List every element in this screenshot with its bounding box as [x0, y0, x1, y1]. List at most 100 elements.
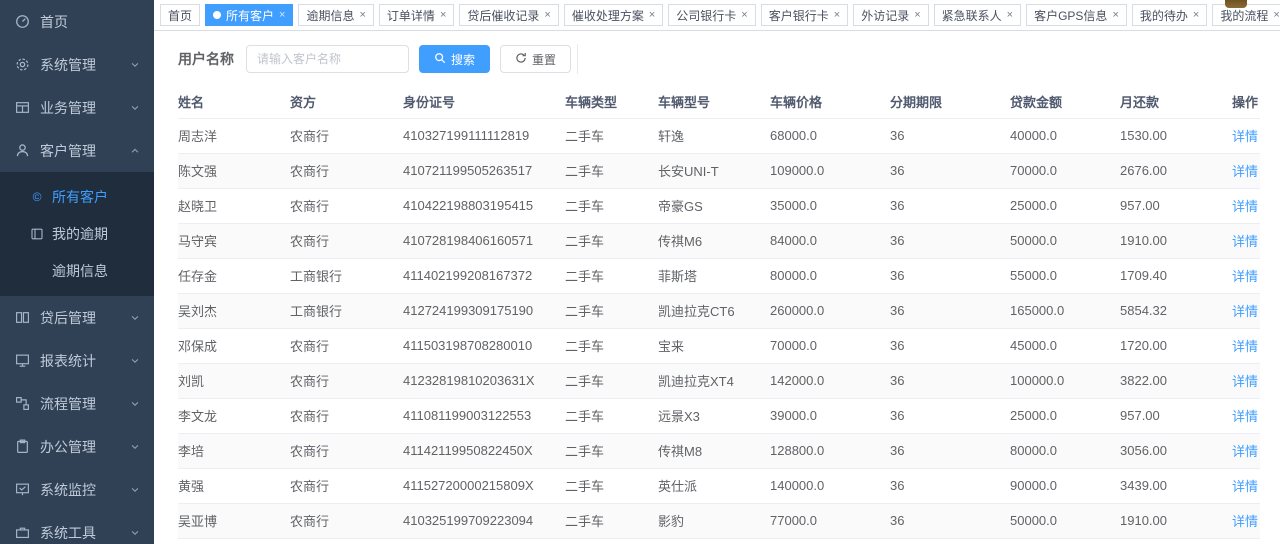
sidebar-item-tools[interactable]: 系统工具: [0, 511, 154, 544]
detail-link[interactable]: 详情: [1232, 409, 1258, 424]
table-row: 邓保成农商行411503198708280010二手车宝来70000.03645…: [178, 328, 1260, 363]
close-icon[interactable]: ×: [440, 10, 446, 21]
cell-actions: 详情: [1200, 363, 1260, 398]
cell: 陈文强: [178, 153, 290, 188]
cell: 36: [890, 433, 1010, 468]
sidebar-item-post-loan[interactable]: 贷后管理: [0, 296, 154, 339]
tab-my-process[interactable]: 我的流程×: [1212, 4, 1280, 26]
close-icon[interactable]: ×: [279, 10, 285, 21]
cell: 周志洋: [178, 118, 290, 153]
sidebar-item-overdue-info[interactable]: 逾期信息: [0, 252, 154, 289]
cell-actions: 详情: [1200, 223, 1260, 258]
cell: 1709.40: [1120, 258, 1200, 293]
close-icon[interactable]: ×: [544, 10, 550, 21]
reset-button[interactable]: 重置: [500, 45, 571, 73]
tab-all-customers[interactable]: 所有客户×: [205, 4, 293, 26]
cell: 黄强: [178, 468, 290, 503]
tab-customer-bankcard[interactable]: 客户银行卡×: [761, 4, 848, 26]
detail-link[interactable]: 详情: [1232, 269, 1258, 284]
avatar[interactable]: [1225, 0, 1247, 8]
cell: 二手车: [565, 503, 658, 538]
detail-link[interactable]: 详情: [1232, 479, 1258, 494]
tab-collection-plan[interactable]: 催收处理方案 ×: [564, 4, 663, 26]
cell: 二手车: [565, 328, 658, 363]
cell: 影豹: [658, 503, 770, 538]
customer-name-input[interactable]: [246, 45, 409, 73]
close-icon[interactable]: ×: [741, 10, 747, 21]
tab-company-bankcard[interactable]: 公司银行卡×: [668, 4, 755, 26]
detail-link[interactable]: 详情: [1232, 374, 1258, 389]
close-icon[interactable]: ×: [834, 10, 840, 21]
tab-label: 紧急联系人: [942, 7, 1002, 24]
cell: 412724199309175190: [403, 293, 565, 328]
sidebar-item-monitor[interactable]: 系统监控: [0, 468, 154, 511]
cell: 二手车: [565, 293, 658, 328]
reset-button-label: 重置: [532, 51, 556, 68]
tab-collection-record[interactable]: 贷后催收记录×: [459, 4, 558, 26]
table-row: 黄强农商行41152720000215809X二手车英仕派140000.0369…: [178, 468, 1260, 503]
column-header: 姓名: [178, 86, 290, 118]
sidebar-item-office[interactable]: 办公管理: [0, 425, 154, 468]
cell: 农商行: [290, 538, 403, 544]
cell: [1120, 538, 1200, 544]
cell: 二手车: [565, 398, 658, 433]
detail-link[interactable]: 详情: [1232, 129, 1258, 144]
sidebar-item-home[interactable]: 首页: [0, 0, 154, 43]
sidebar-item-label: 报表统计: [40, 351, 130, 371]
column-header: 分期期限: [890, 86, 1010, 118]
cell: 41232819810203631X: [403, 363, 565, 398]
detail-link[interactable]: 详情: [1232, 164, 1258, 179]
cell: 宝来: [658, 328, 770, 363]
detail-link[interactable]: 详情: [1232, 234, 1258, 249]
cell: 109000.0: [770, 153, 890, 188]
sidebar-item-system[interactable]: 系统管理: [0, 43, 154, 86]
detail-link[interactable]: 详情: [1232, 199, 1258, 214]
tab-visit-record[interactable]: 外访记录×: [853, 4, 928, 26]
detail-link[interactable]: 详情: [1232, 514, 1258, 529]
detail-link[interactable]: 详情: [1232, 444, 1258, 459]
sidebar-item-customer[interactable]: 客户管理: [0, 129, 154, 172]
cell: [1010, 538, 1120, 544]
cell: 40000.0: [1010, 118, 1120, 153]
cell: 传祺M8: [658, 433, 770, 468]
cell: 70000.0: [1010, 153, 1120, 188]
gear-icon: [14, 57, 30, 73]
detail-link[interactable]: 详情: [1232, 339, 1258, 354]
tab-label: 催收处理方案: [572, 7, 644, 24]
tab-home[interactable]: 首页: [160, 4, 200, 26]
tab-my-todo[interactable]: 我的待办×: [1132, 4, 1207, 26]
cell: 农商行: [290, 503, 403, 538]
cell: 957.00: [1120, 398, 1200, 433]
sidebar-item-all-customers[interactable]: ©所有客户: [0, 178, 154, 215]
cell: 2676.00: [1120, 153, 1200, 188]
sidebar-item-process[interactable]: 流程管理: [0, 382, 154, 425]
close-icon[interactable]: ×: [914, 10, 920, 21]
sidebar-item-label: 流程管理: [40, 394, 130, 414]
close-icon[interactable]: ×: [1007, 10, 1013, 21]
search-button[interactable]: 搜索: [419, 45, 490, 73]
close-icon[interactable]: ×: [359, 10, 365, 21]
table-row: 马守宾农商行410728198406160571二手车传祺M684000.036…: [178, 223, 1260, 258]
cell: 410325199709223094: [403, 503, 565, 538]
tab-order-detail[interactable]: 订单详情×: [379, 4, 454, 26]
tab-customer-gps[interactable]: 客户GPS信息×: [1026, 4, 1127, 26]
tab-overdue-info[interactable]: 逾期信息×: [298, 4, 373, 26]
close-icon[interactable]: ×: [649, 10, 655, 21]
cell: 二手车: [565, 223, 658, 258]
cell: 41152720000215809X: [403, 468, 565, 503]
sidebar-item-report[interactable]: 报表统计: [0, 339, 154, 382]
close-icon[interactable]: ×: [1112, 10, 1118, 21]
close-icon[interactable]: ×: [1193, 10, 1199, 21]
cell: 142000.0: [770, 363, 890, 398]
column-header: 车辆类型: [565, 86, 658, 118]
column-header: 月还款: [1120, 86, 1200, 118]
cell: 3056.00: [1120, 433, 1200, 468]
detail-link[interactable]: 详情: [1232, 304, 1258, 319]
cell: 刘凯: [178, 363, 290, 398]
sidebar-item-business[interactable]: 业务管理: [0, 86, 154, 129]
sidebar-item-my-overdue[interactable]: 我的逾期: [0, 215, 154, 252]
cell: 二手车: [565, 433, 658, 468]
cell-actions: 详情: [1200, 293, 1260, 328]
tab-emergency-contact[interactable]: 紧急联系人 ×: [934, 4, 1021, 26]
close-icon[interactable]: ×: [1273, 10, 1279, 21]
